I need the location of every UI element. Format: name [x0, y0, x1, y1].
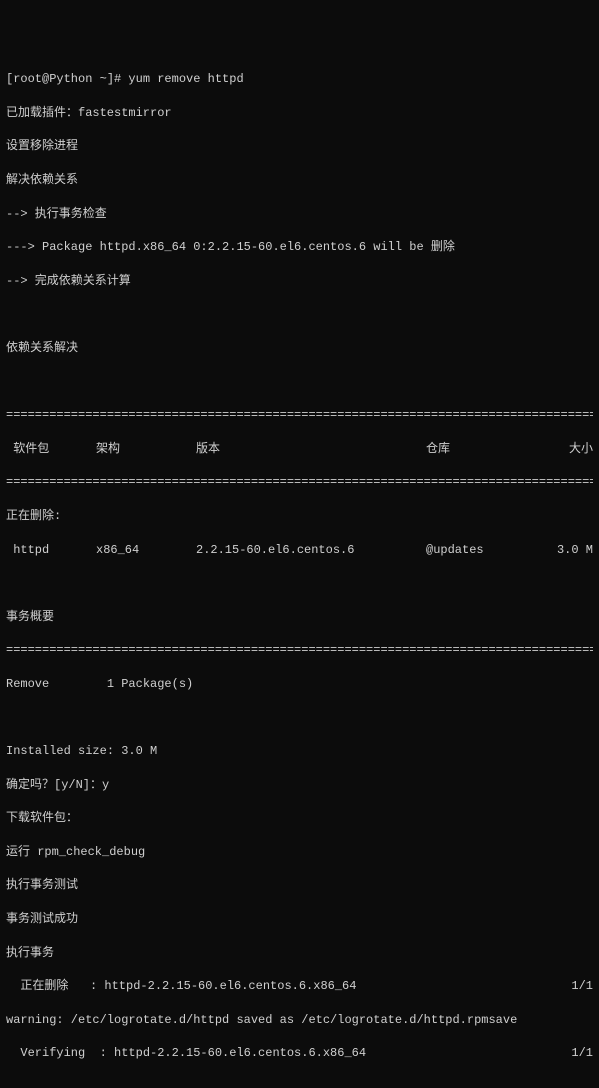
cell-package: httpd	[6, 542, 96, 559]
removing-label: 正在删除:	[6, 508, 593, 525]
erasing-text: 正在删除 : httpd-2.2.15-60.el6.centos.6.x86_…	[6, 978, 356, 995]
col-arch: 架构	[96, 441, 196, 458]
blank-line	[6, 1079, 593, 1088]
shell-prompt: [root@Python ~]#	[6, 72, 128, 86]
verifying-line: Verifying : httpd-2.2.15-60.el6.centos.6…	[6, 1045, 593, 1062]
prompt-line-1: [root@Python ~]# yum remove httpd	[6, 71, 593, 88]
col-package: 软件包	[6, 441, 96, 458]
tx-test-ok: 事务测试成功	[6, 911, 593, 928]
output-line: --> 完成依赖关系计算	[6, 273, 593, 290]
output-line: 设置移除进程	[6, 138, 593, 155]
table-row: httpd x86_64 2.2.15-60.el6.centos.6 @upd…	[6, 542, 593, 559]
table-sep: ========================================…	[6, 642, 593, 659]
download-label: 下载软件包：	[6, 810, 593, 827]
installed-size: Installed size: 3.0 M	[6, 743, 593, 760]
dep-resolved: 依赖关系解决	[6, 340, 593, 357]
cell-size: 3.0 M	[536, 542, 593, 559]
table-header: 软件包 架构 版本 仓库 大小	[6, 441, 593, 458]
cell-repo: @updates	[426, 542, 536, 559]
progress-fraction: 1/1	[571, 978, 593, 995]
output-line: 解决依赖关系	[6, 172, 593, 189]
output-line: 已加载插件：fastestmirror	[6, 105, 593, 122]
tx-summary: 事务概要	[6, 609, 593, 626]
col-size: 大小	[536, 441, 593, 458]
col-version: 版本	[196, 441, 426, 458]
progress-fraction: 1/1	[571, 1045, 593, 1062]
table-sep: ========================================…	[6, 407, 593, 424]
verifying-text: Verifying : httpd-2.2.15-60.el6.centos.6…	[6, 1045, 366, 1062]
table-sep: ========================================…	[6, 474, 593, 491]
output-line: --> 执行事务检查	[6, 206, 593, 223]
blank-line	[6, 575, 593, 592]
rpm-check: 运行 rpm_check_debug	[6, 844, 593, 861]
blank-line	[6, 709, 593, 726]
warning-line: warning: /etc/logrotate.d/httpd saved as…	[6, 1012, 593, 1029]
output-line: ---> Package httpd.x86_64 0:2.2.15-60.el…	[6, 239, 593, 256]
cell-version: 2.2.15-60.el6.centos.6	[196, 542, 426, 559]
erasing-line: 正在删除 : httpd-2.2.15-60.el6.centos.6.x86_…	[6, 978, 593, 995]
remove-count: Remove 1 Package(s)	[6, 676, 593, 693]
blank-line	[6, 306, 593, 323]
tx-run: 执行事务	[6, 945, 593, 962]
tx-test: 执行事务测试	[6, 877, 593, 894]
cell-arch: x86_64	[96, 542, 196, 559]
command-input: yum remove httpd	[128, 72, 243, 86]
confirm-prompt[interactable]: 确定吗？[y/N]：y	[6, 777, 593, 794]
col-repo: 仓库	[426, 441, 536, 458]
blank-line	[6, 374, 593, 391]
